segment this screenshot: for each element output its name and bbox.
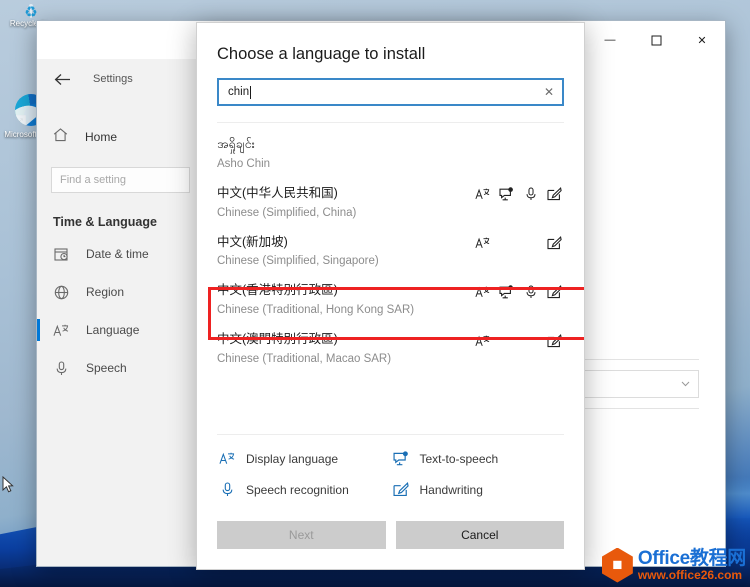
microphone-icon (53, 360, 69, 376)
next-button[interactable]: Next (217, 521, 386, 549)
sidebar-item-speech[interactable]: Speech (37, 349, 204, 387)
back-arrow-icon (54, 73, 70, 85)
sidebar-header: Settings (37, 59, 204, 99)
recycle-bin-icon: ♻ (24, 3, 38, 21)
watermark-url: www.office26.com (637, 568, 743, 582)
sidebar-section-heading: Time & Language (53, 215, 157, 229)
language-english-name: Chinese (Traditional, Hong Kong SAR) (217, 304, 415, 316)
language-english-name: Asho Chin (217, 157, 271, 170)
settings-sidebar: Settings Home Find a setting Time & Lang… (37, 59, 205, 566)
feature-legend: Display language Text-to-speech Speech r… (217, 434, 564, 511)
handwriting-icon (391, 482, 411, 497)
list-item[interactable]: အရှိုချင်း Asho Chin (197, 129, 584, 178)
list-item[interactable]: 中文(澳門特別行政區) Chinese (Traditional, Macao … (197, 324, 584, 373)
clear-search-icon[interactable]: ✕ (538, 85, 554, 99)
home-icon (53, 127, 68, 147)
handwriting-icon (547, 236, 562, 251)
dialog-title: Choose a language to install (217, 45, 426, 63)
choose-language-dialog: Choose a language to install chin ✕ အရှိ… (196, 22, 585, 570)
minimize-button[interactable]: — (587, 21, 633, 59)
office-logo-icon: ■ (601, 547, 633, 583)
find-a-setting-input[interactable]: Find a setting (51, 167, 190, 193)
language-search-input[interactable]: chin ✕ (217, 78, 564, 106)
dialog-footer: Next Cancel (197, 511, 584, 569)
language-native-name: အရှိုချင်း (217, 137, 255, 151)
sidebar-item-label: Date & time (86, 247, 149, 261)
handwriting-icon (547, 187, 562, 202)
language-english-name: Chinese (Traditional, Macao SAR) (217, 352, 392, 365)
legend-label: Speech recognition (246, 482, 349, 497)
maximize-icon (651, 35, 661, 45)
globe-icon (53, 285, 69, 300)
sidebar-item-language[interactable]: Language (37, 311, 204, 349)
list-item[interactable]: 中文(香港特別行政區) Chinese (Traditional, Hong K… (197, 275, 584, 324)
language-feature-icons (475, 184, 562, 202)
legend-label: Text-to-speech (419, 451, 499, 466)
display-language-icon (217, 451, 237, 466)
display-language-icon (475, 187, 490, 202)
microphone-icon (523, 187, 538, 202)
sidebar-item-label: Language (86, 323, 140, 337)
display-language-icon (475, 284, 490, 299)
settings-title: Settings (93, 73, 133, 85)
language-feature-icons (475, 233, 562, 251)
list-item[interactable]: 中文(中华人民共和国) Chinese (Simplified, China) (197, 178, 584, 227)
language-list[interactable]: အရှိုချင်း Asho Chin 中文(中华人民共和国) Chinese… (197, 123, 584, 434)
cancel-button[interactable]: Cancel (395, 521, 564, 549)
handwriting-icon (547, 333, 562, 348)
language-native-name: 中文(澳門特別行政區) (217, 332, 338, 346)
text-to-speech-icon (499, 284, 514, 299)
mouse-cursor (2, 476, 14, 493)
legend-label: Handwriting (419, 482, 483, 497)
legend-speech-recognition: Speech recognition (217, 482, 391, 497)
shortcut-arrow-icon: ↗ (15, 115, 26, 126)
search-value: chin (228, 86, 250, 98)
language-native-name: 中文(新加坡) (217, 234, 288, 249)
microphone-icon (523, 284, 538, 299)
display-language-icon (475, 333, 490, 348)
display-language-icon (53, 323, 69, 338)
legend-handwriting: Handwriting (391, 482, 565, 497)
display-language-icon (475, 236, 490, 251)
language-native-name: 中文(中华人民共和国) (217, 185, 338, 200)
legend-display-language: Display language (217, 451, 391, 466)
dialog-search-wrapper: chin ✕ (197, 78, 584, 122)
sidebar-item-region[interactable]: Region (37, 273, 204, 311)
text-caret (250, 85, 252, 99)
list-item[interactable]: 中文(新加坡) Chinese (Simplified, Singapore) (197, 227, 584, 276)
calendar-clock-icon (53, 247, 69, 261)
language-english-name: Chinese (Simplified, Singapore) (217, 255, 379, 268)
sidebar-item-date-time[interactable]: Date & time (37, 235, 204, 273)
sidebar-item-label: Region (86, 285, 125, 299)
maximize-button[interactable] (633, 21, 679, 59)
sidebar-item-home[interactable]: Home (37, 119, 204, 155)
legend-text-to-speech: Text-to-speech (391, 451, 565, 466)
sidebar-item-label: Home (85, 130, 118, 144)
sidebar-item-label: Speech (86, 361, 127, 375)
close-button[interactable]: ✕ (679, 21, 725, 59)
language-feature-icons (475, 330, 562, 348)
handwriting-icon (547, 284, 562, 299)
microphone-icon (217, 482, 237, 497)
language-english-name: Chinese (Simplified, China) (217, 206, 357, 219)
text-to-speech-icon (391, 451, 411, 466)
find-a-setting-placeholder: Find a setting (60, 174, 127, 186)
watermark: ■ Office教程网 www.office26.com (601, 545, 746, 585)
watermark-title: Office教程网 (637, 548, 746, 569)
back-button[interactable] (47, 64, 77, 94)
text-to-speech-icon (499, 187, 514, 202)
language-native-name: 中文(香港特別行政區) (217, 283, 338, 298)
language-feature-icons (475, 281, 562, 299)
chevron-down-icon (681, 381, 690, 387)
legend-label: Display language (246, 451, 339, 466)
dialog-header: Choose a language to install (197, 23, 584, 78)
